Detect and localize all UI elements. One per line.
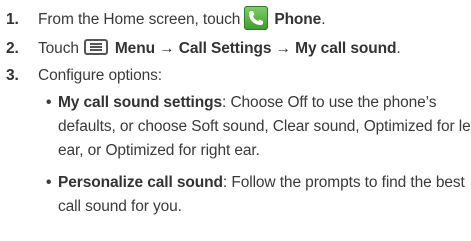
step-punct: . — [321, 11, 326, 28]
step-text: From the Home screen, touch — [38, 11, 241, 28]
option-desc-line: defaults, or choose Soft sound, Clear so… — [58, 118, 471, 135]
step-number: 3. — [6, 67, 19, 84]
instruction-document: 1. From the Home screen, touch Phone. 2. To… — [0, 0, 471, 241]
menu-key-icon — [83, 39, 108, 55]
step-text: Configure options: — [38, 67, 163, 84]
option-desc: : Choose Off to use the phone’s — [222, 94, 437, 111]
menu-path: Menu → Call Settings → My call sound — [114, 40, 397, 57]
bullet: • — [46, 174, 52, 191]
option-my-call-sound-settings: • My call sound settings: Choose Off to u… — [46, 91, 436, 115]
step-2: 2. Touch Menu → Call Settings → My call so… — [6, 39, 401, 59]
phone-app-icon — [244, 6, 269, 30]
option-desc: : Follow the prompts to find the best — [222, 174, 465, 191]
option-desc-line: call sound for you. — [58, 198, 182, 215]
step-3: 3. Configure options: — [6, 66, 162, 86]
option-term: My call sound settings — [58, 94, 223, 111]
step-text: Touch — [38, 40, 79, 57]
option-personalize-call-sound: • Personalize call sound: Follow the prom… — [46, 171, 465, 195]
option-desc-line: ear, or Optimized for right ear. — [58, 142, 260, 159]
step-1: 1. From the Home screen, touch Phone. — [6, 6, 326, 30]
step-number: 2. — [6, 40, 19, 57]
step-number: 1. — [6, 11, 19, 28]
option-term: Personalize call sound — [58, 174, 223, 191]
step-punct: . — [396, 40, 401, 57]
bullet: • — [46, 94, 52, 111]
phone-label: Phone — [274, 11, 322, 28]
